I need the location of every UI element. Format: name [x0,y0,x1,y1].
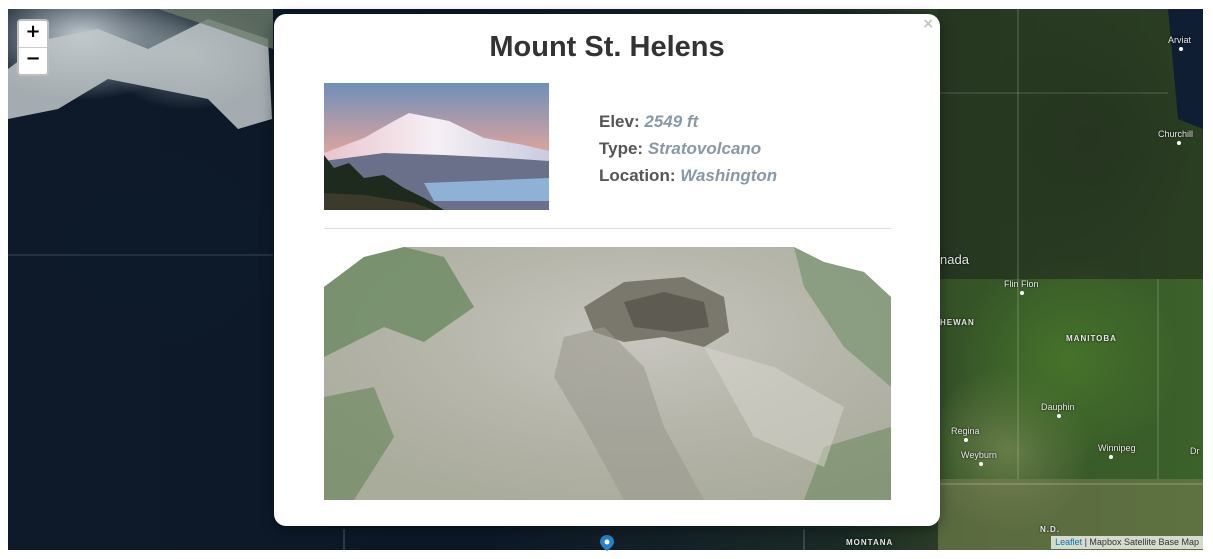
map-label-churchill: Churchill [1158,129,1194,139]
map-label-montana: MONTANA [846,538,894,547]
city-dot [964,438,968,442]
elevation-label: Elev: [599,112,640,131]
city-dot [1177,141,1181,145]
map-label-regina: Regina [951,426,980,436]
city-dot [979,462,983,466]
zoom-control: + − [17,19,49,76]
popup-tip [322,512,344,523]
location-label: Location: [599,166,676,185]
map-label-canada: nada [940,252,969,267]
map-label-dauphin: Dauphin [1041,402,1075,412]
map-label-winnipeg: Winnipeg [1098,443,1136,453]
city-dot [1020,291,1024,295]
zoom-out-button[interactable]: − [19,48,47,74]
elevation-row: Elev: 2549 ft [599,108,777,135]
close-icon[interactable]: × [922,16,934,32]
location-value: Washington [680,166,778,185]
type-row: Type: Stratovolcano [599,135,777,162]
map-label-flin-flon: Flin Flon [1004,279,1039,289]
map-label-saskatchewan: HEWAN [940,318,975,327]
popup-title: Mount St. Helens [489,31,725,63]
city-dot [1109,455,1113,459]
volcano-popup: × Mount St. Helens Elev: 2549 ft Type: S… [274,14,940,526]
divider [324,228,891,229]
map-label-weyburn: Weyburn [961,450,997,460]
location-row: Location: Washington [599,162,777,189]
city-dot [1179,47,1183,51]
attribution-text: | Mapbox Satellite Base Map [1082,537,1199,547]
city-dot [1057,414,1061,418]
terrain-3d-image [324,247,891,500]
type-value: Stratovolcano [647,139,762,158]
elevation-value: 2549 ft [644,112,699,131]
leaflet-link[interactable]: Leaflet [1055,537,1082,547]
map-label-arviat: Arviat [1168,35,1192,45]
volcano-photo [324,83,549,210]
type-label: Type: [599,139,644,158]
map-label-dr: Dr [1190,446,1200,456]
map-marker-icon[interactable] [600,535,614,551]
map-label-manitoba: MANITOBA [1066,334,1117,343]
zoom-in-button[interactable]: + [19,21,47,48]
map-attribution: Leaflet | Mapbox Satellite Base Map [1051,536,1203,549]
map-label-nd: N.D. [1040,525,1060,534]
volcano-info: Elev: 2549 ft Type: Stratovolcano Locati… [599,108,777,189]
